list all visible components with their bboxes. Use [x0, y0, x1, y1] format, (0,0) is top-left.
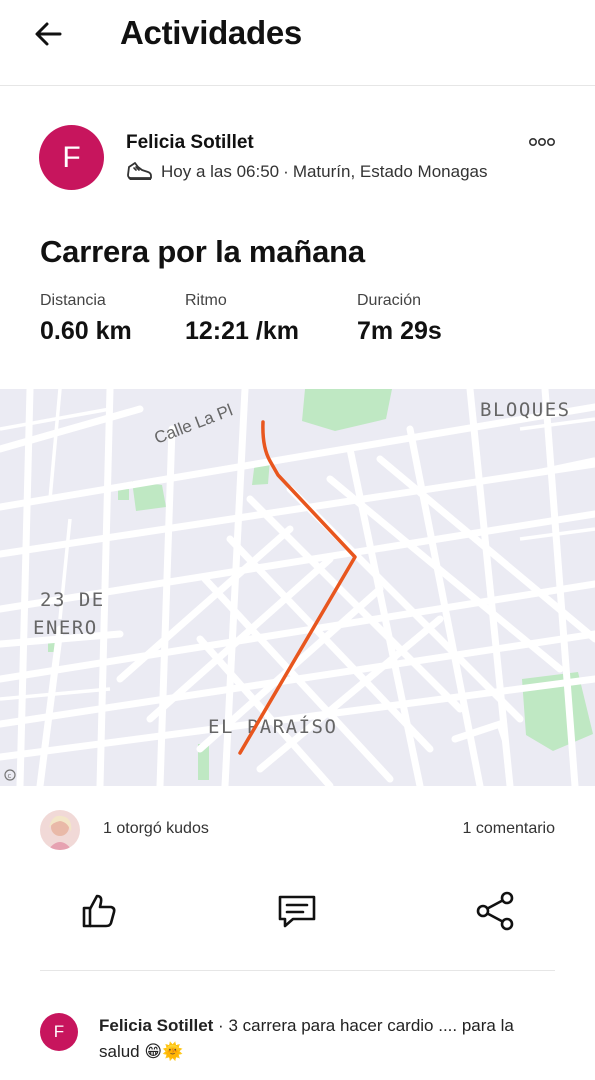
- thumbs-up-icon: [82, 894, 116, 928]
- share-icon: [476, 891, 514, 931]
- page-title: Actividades: [120, 14, 302, 51]
- comment-author[interactable]: Felicia Sotillet: [99, 1016, 213, 1035]
- comment-item: Felicia Sotillet · 3 carrera para hacer …: [99, 1013, 559, 1065]
- route-map[interactable]: Calle La Pl BLOQUES 23 DE ENERO EL PARAÍ…: [0, 389, 595, 786]
- kudos-giver-avatar[interactable]: [40, 810, 80, 850]
- stat-label: Duración: [357, 292, 422, 309]
- comment-emoji: 😁🌞: [144, 1042, 184, 1061]
- stat-distance: Distancia 0.60 km: [40, 292, 132, 346]
- stat-label: Distancia: [40, 292, 106, 309]
- arrow-left-icon: [35, 22, 62, 46]
- athlete-name[interactable]: Felicia Sotillet: [126, 132, 254, 154]
- comment-separator: ·: [218, 1016, 224, 1035]
- kudos-count[interactable]: 1 otorgó kudos: [103, 820, 209, 838]
- comment-icon: [278, 895, 316, 928]
- comment-author-avatar[interactable]: F: [40, 1013, 78, 1051]
- athlete-avatar-initial: F: [62, 140, 81, 174]
- map-label-enero: ENERO: [33, 617, 98, 639]
- divider: [40, 970, 555, 971]
- running-shoe-icon: [127, 162, 152, 180]
- activity-title[interactable]: Carrera por la mañana: [40, 234, 365, 270]
- stat-value: 12:21 /km: [185, 317, 299, 345]
- stat-value: 7m 29s: [357, 317, 442, 345]
- app-header: Actividades: [0, 0, 595, 86]
- comment-author-initial: F: [53, 1022, 65, 1041]
- map-label-23-de: 23 DE: [40, 589, 105, 611]
- more-options-button[interactable]: [525, 130, 559, 154]
- back-button[interactable]: [28, 14, 68, 54]
- stat-label: Ritmo: [185, 292, 227, 309]
- kudos-button[interactable]: [77, 889, 121, 933]
- comment-button[interactable]: [275, 889, 319, 933]
- stat-pace: Ritmo 12:21 /km: [185, 292, 299, 346]
- activity-location: Maturín, Estado Monagas: [292, 162, 488, 181]
- stat-duration: Duración 7m 29s: [357, 292, 442, 346]
- svg-text:c: c: [8, 772, 12, 780]
- map-label-el-paraiso: EL PARAÍSO: [208, 715, 337, 738]
- activity-time: Hoy a las 06:50: [161, 162, 280, 181]
- more-options-icon: [528, 137, 555, 147]
- comment-count[interactable]: 1 comentario: [463, 820, 556, 838]
- stat-value: 0.60 km: [40, 317, 132, 345]
- meta-separator: ·: [283, 162, 289, 181]
- athlete-avatar[interactable]: F: [39, 125, 104, 190]
- map-label-bloques: BLOQUES: [480, 399, 571, 421]
- share-button[interactable]: [473, 889, 517, 933]
- activity-meta: Hoy a las 06:50 · Maturín, Estado Monaga…: [126, 161, 487, 183]
